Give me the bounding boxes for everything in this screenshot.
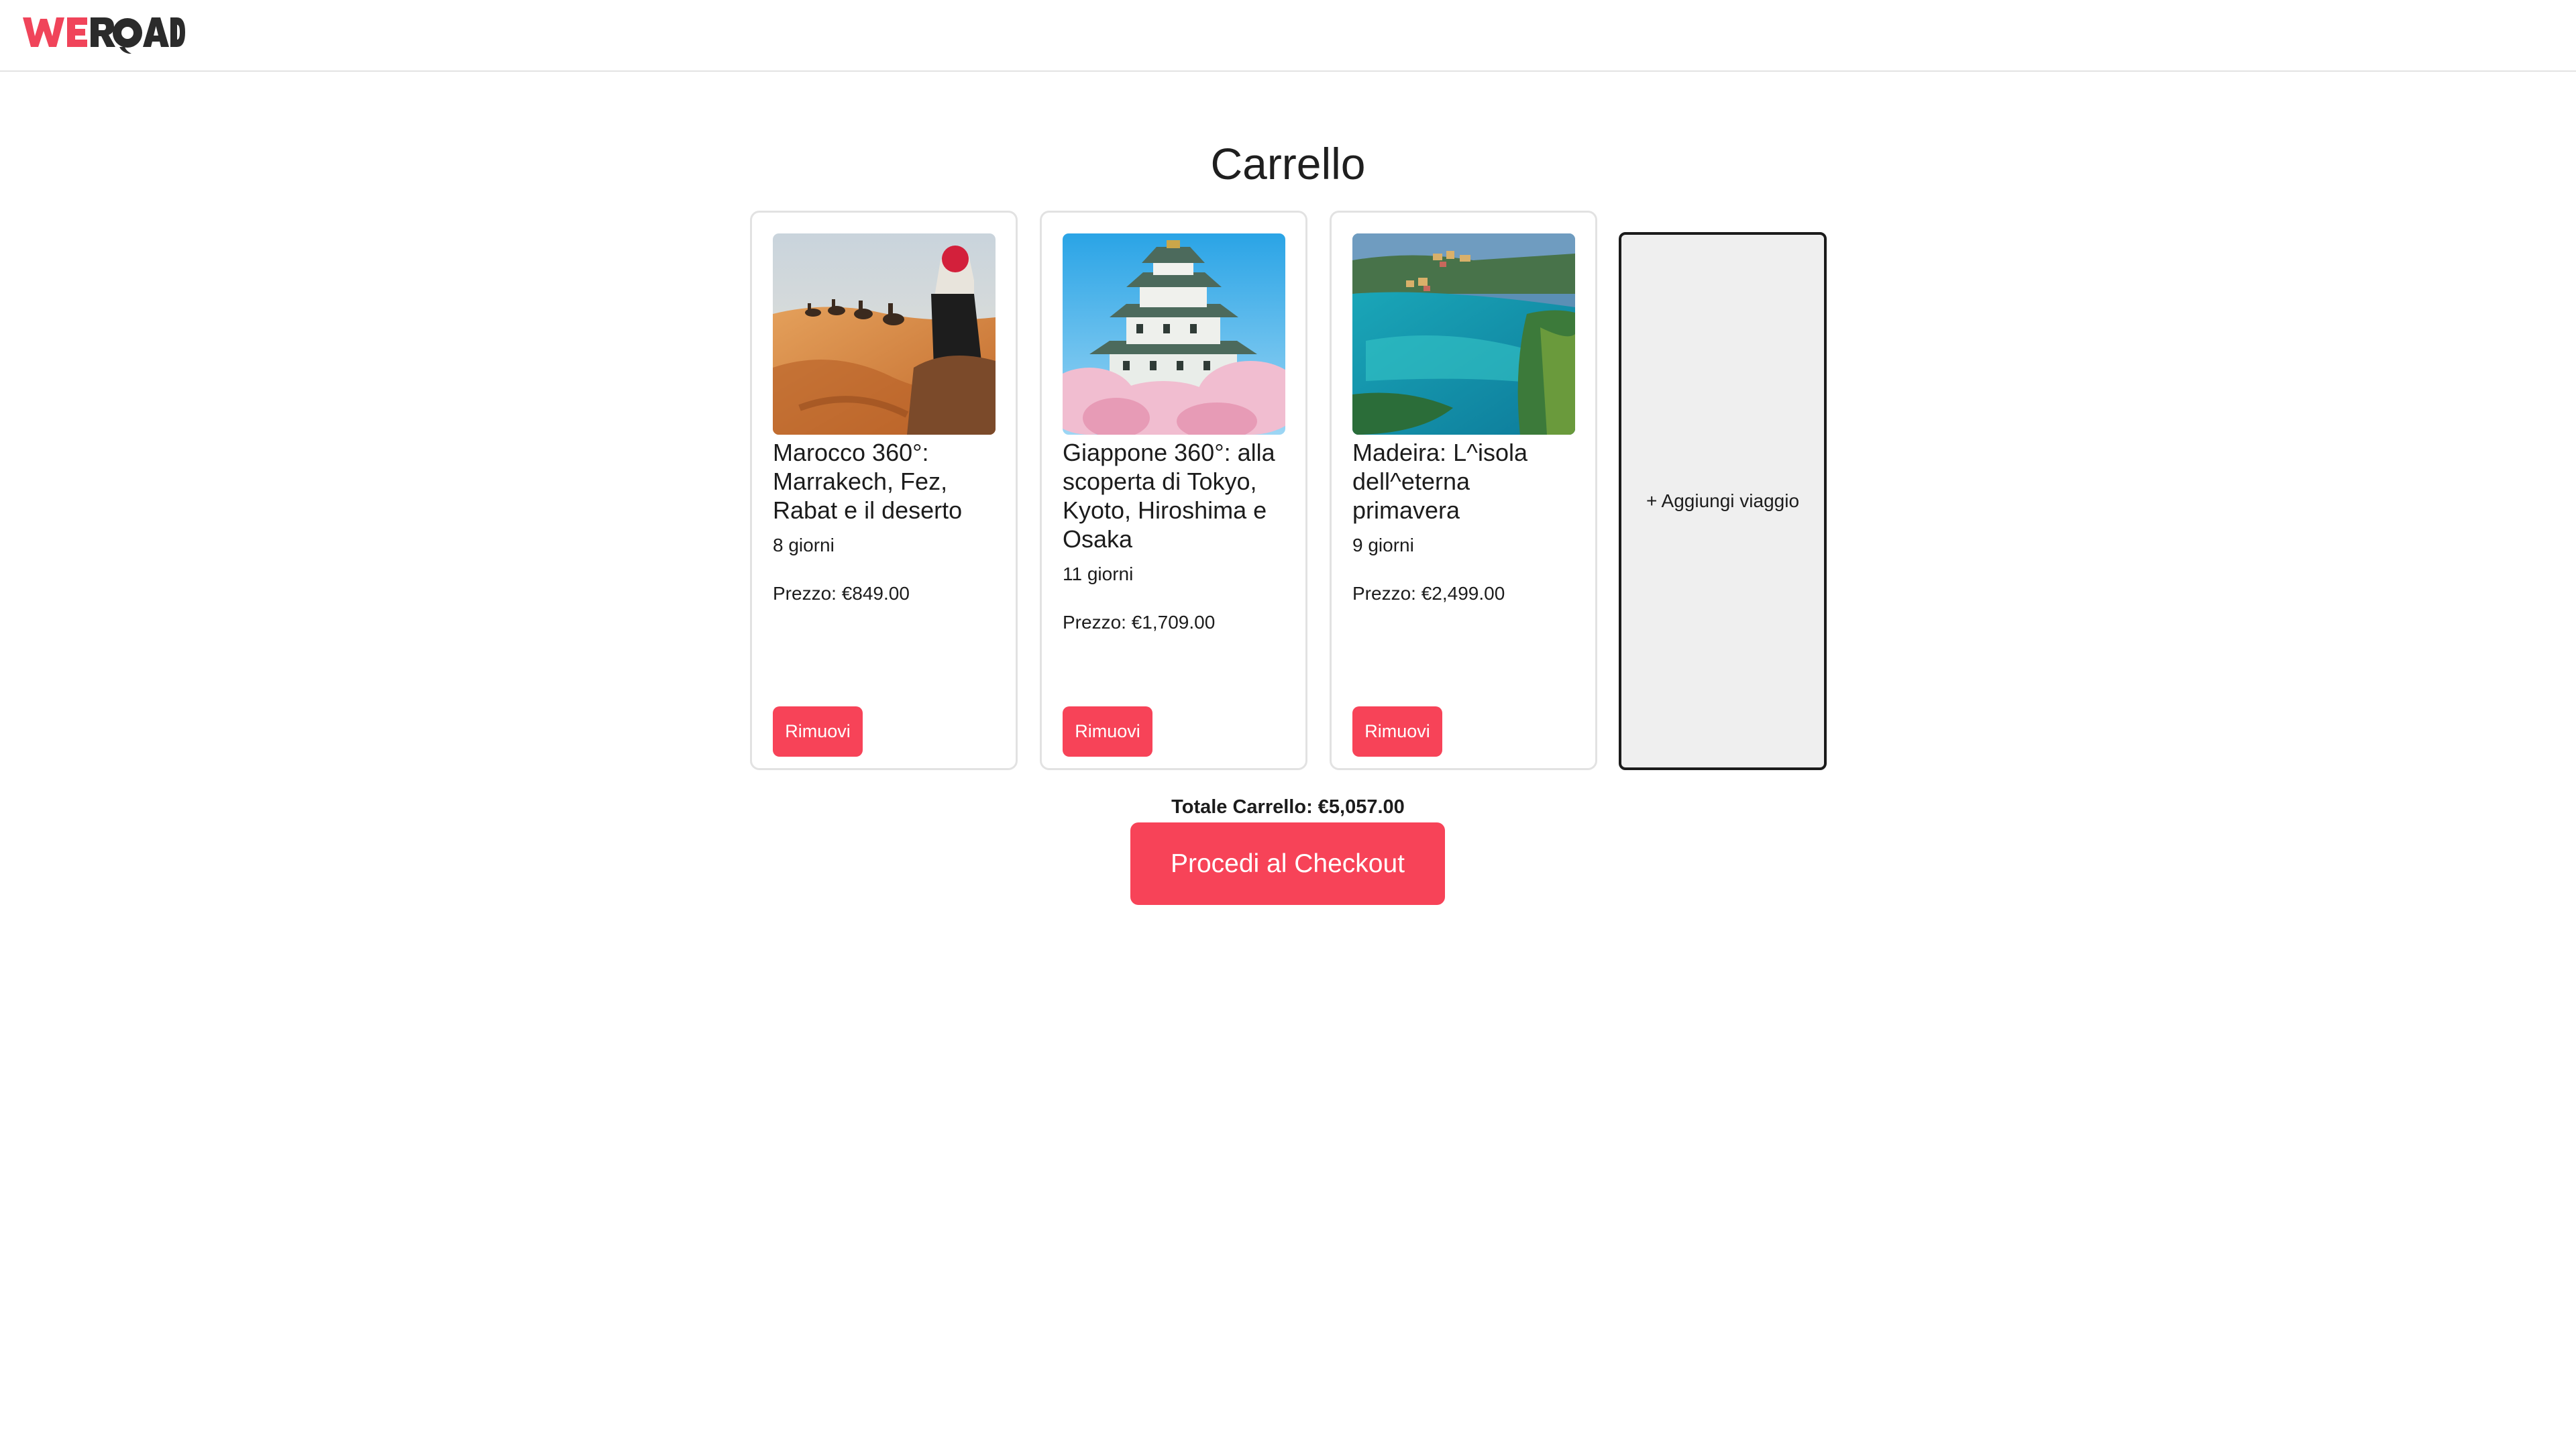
- cart-item-card: Madeira: L^isola dell^eterna primavera 9…: [1330, 211, 1597, 770]
- japanese-castle-cherry-blossom-image: [1063, 233, 1285, 435]
- add-trip-button[interactable]: + Aggiungi viaggio: [1619, 232, 1827, 770]
- trip-title: Giappone 360°: alla scoperta di Tokyo, K…: [1063, 439, 1275, 553]
- remove-button[interactable]: Rimuovi: [1352, 706, 1442, 757]
- top-navbar: [0, 0, 2576, 72]
- trip-duration: 11 giorni: [1063, 564, 1134, 584]
- trip-price: Prezzo: €1,709.00: [1063, 612, 1216, 633]
- trip-duration: 8 giorni: [773, 535, 835, 555]
- coastal-bay-village-image: [1352, 233, 1575, 435]
- trip-title: Marocco 360°: Marrakech, Fez, Rabat e il…: [773, 439, 963, 524]
- cart-item-card: Marocco 360°: Marrakech, Fez, Rabat e il…: [750, 211, 1018, 770]
- trip-image-madeira: [1352, 233, 1575, 435]
- trip-image-japan: [1063, 233, 1285, 435]
- weroad-logo-icon: [23, 17, 185, 54]
- page-title: Carrello: [1210, 139, 1366, 189]
- trip-price: Prezzo: €2,499.00: [1352, 583, 1505, 604]
- cart-total: Totale Carrello: €5,057.00: [1171, 796, 1405, 818]
- trip-duration: 9 giorni: [1352, 535, 1414, 555]
- trip-image-morocco: [773, 233, 996, 435]
- desert-camel-caravan-image: [773, 233, 996, 435]
- cart-item-card: Giappone 360°: alla scoperta di Tokyo, K…: [1040, 211, 1307, 770]
- trip-title: Madeira: L^isola dell^eterna primavera: [1352, 439, 1528, 524]
- remove-button[interactable]: Rimuovi: [1063, 706, 1152, 757]
- trip-price: Prezzo: €849.00: [773, 583, 910, 604]
- remove-button[interactable]: Rimuovi: [773, 706, 863, 757]
- checkout-button[interactable]: Procedi al Checkout: [1130, 822, 1445, 905]
- weroad-logo[interactable]: [21, 11, 185, 55]
